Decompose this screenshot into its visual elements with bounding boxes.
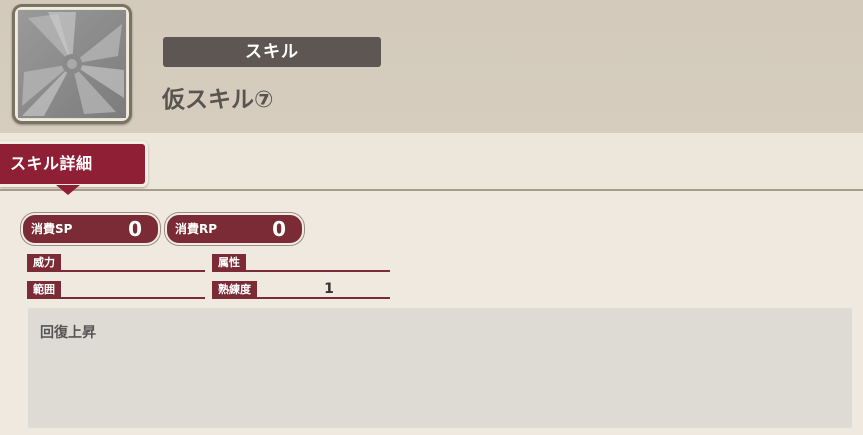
- stat-proficiency: 熟練度 1: [212, 279, 390, 299]
- sp-cost-pill: 消費SP 0: [21, 213, 160, 245]
- stat-power-label: 威力: [27, 254, 61, 271]
- skill-description-text: 回復上昇: [40, 325, 96, 341]
- stat-power: 威力: [27, 252, 205, 272]
- stat-attribute-label: 属性: [212, 254, 246, 271]
- stat-proficiency-value: 1: [324, 281, 334, 297]
- stat-underline: [27, 297, 205, 299]
- sp-cost-value: 0: [128, 217, 142, 241]
- skill-name: 仮スキル⑦: [162, 87, 274, 113]
- stat-underline: [212, 297, 390, 299]
- stat-range-label: 範囲: [27, 281, 61, 298]
- tab-skill-details[interactable]: スキル詳細: [0, 141, 148, 187]
- skill-description-box: 回復上昇: [28, 308, 852, 428]
- tab-bar: スキル詳細: [0, 133, 863, 195]
- stat-range: 範囲: [27, 279, 205, 299]
- stat-underline: [212, 270, 390, 272]
- stat-proficiency-label: 熟練度: [212, 281, 257, 298]
- skill-header: スキル 仮スキル⑦: [0, 0, 863, 133]
- stat-underline: [27, 270, 205, 272]
- tab-pointer: [56, 185, 80, 195]
- stat-attribute: 属性: [212, 252, 390, 272]
- rp-cost-pill: 消費RP 0: [165, 213, 304, 245]
- rp-cost-value: 0: [272, 217, 286, 241]
- sp-cost-label: 消費SP: [31, 222, 73, 236]
- skill-type-badge: スキル: [163, 37, 381, 67]
- skill-placeholder-icon: [12, 4, 132, 124]
- rp-cost-label: 消費RP: [175, 222, 218, 236]
